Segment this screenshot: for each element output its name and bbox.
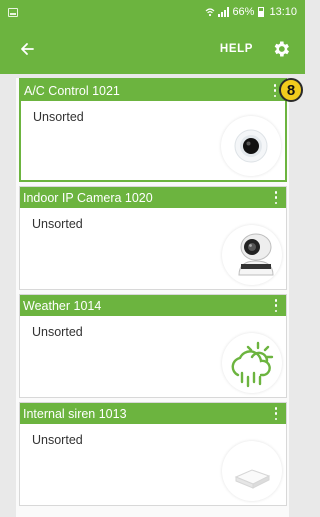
notification-badge: 8 <box>279 78 303 102</box>
device-card-siren[interactable]: Internal siren 1013 Unsorted <box>19 402 287 506</box>
device-card-ip-camera[interactable]: Indoor IP Camera 1020 Unsorted <box>19 186 287 290</box>
card-title: Internal siren 1013 <box>23 406 127 421</box>
ip-camera-icon <box>222 225 282 285</box>
arrow-left-icon <box>21 43 34 55</box>
clock: 13:10 <box>269 6 297 18</box>
app-bar: HELP <box>0 24 305 74</box>
more-options-icon[interactable] <box>274 299 278 312</box>
more-options-icon[interactable] <box>274 191 278 204</box>
card-header: Indoor IP Camera 1020 <box>20 187 286 208</box>
battery-icon <box>258 7 265 17</box>
siren-icon <box>222 441 282 501</box>
signal-icon <box>218 7 230 17</box>
card-title: A/C Control 1021 <box>24 83 120 98</box>
notification-icon <box>8 7 18 17</box>
card-header: Weather 1014 <box>20 295 286 316</box>
back-button[interactable] <box>16 38 38 60</box>
status-bar: 66% 13:10 <box>0 0 305 24</box>
battery-percent: 66% <box>232 6 255 18</box>
ac-sensor-icon <box>221 116 281 176</box>
gear-icon[interactable] <box>271 39 291 59</box>
weather-icon <box>222 333 282 393</box>
wifi-icon <box>206 8 215 17</box>
card-header: A/C Control 1021 <box>21 80 285 101</box>
card-title: Weather 1014 <box>23 298 102 313</box>
more-options-icon[interactable] <box>273 84 277 97</box>
device-card-weather[interactable]: Weather 1014 Unsorted <box>19 294 287 398</box>
card-title: Indoor IP Camera 1020 <box>23 190 153 205</box>
more-options-icon[interactable] <box>274 407 278 420</box>
device-card-ac-control[interactable]: A/C Control 1021 Unsorted <box>19 78 287 182</box>
card-header: Internal siren 1013 <box>20 403 286 424</box>
device-list: A/C Control 1021 Unsorted Indoor IP Came… <box>16 78 289 517</box>
help-button[interactable]: HELP <box>220 43 253 55</box>
